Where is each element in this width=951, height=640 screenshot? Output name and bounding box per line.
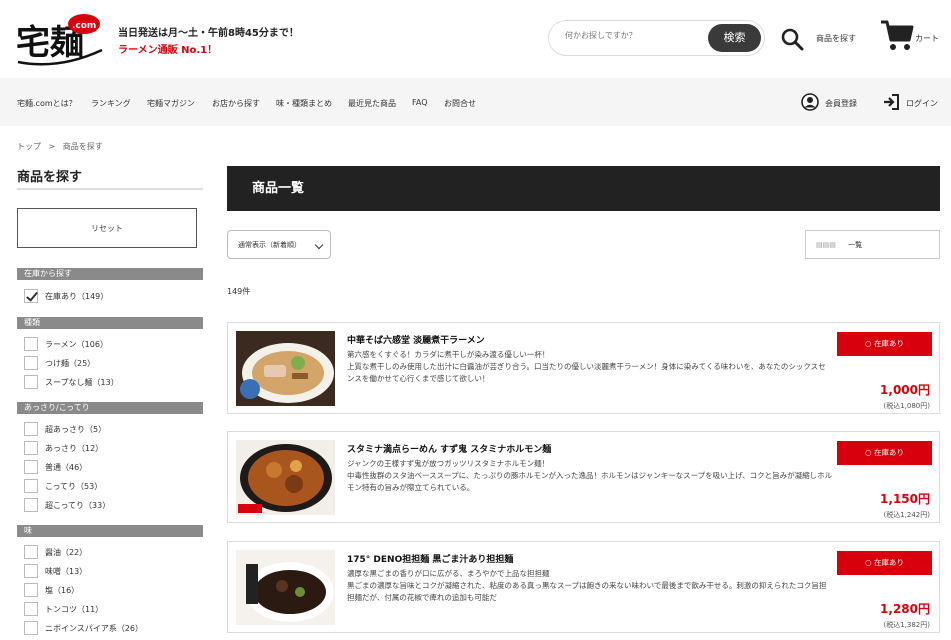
checkbox[interactable] (24, 356, 38, 370)
site-header: 宅麺 .com 当日発送は月～土・午前8時45分まで！ ラーメン通販 No.1！… (0, 0, 951, 78)
result-count: 149件 (227, 287, 251, 296)
filter-group-flavor: 味 (17, 525, 203, 537)
cart-link[interactable]: カート (915, 33, 939, 44)
sidebar-divider (17, 188, 203, 190)
clock-icon: ○ (865, 558, 874, 567)
cart-icon[interactable] (879, 18, 915, 52)
product-price-tax: (税込1,080円) (883, 402, 930, 410)
sort-select[interactable]: 通常表示（新着順） (227, 230, 331, 259)
breadcrumb-separator-icon: > (48, 142, 56, 151)
sidebar-title: 商品を探す (17, 170, 83, 185)
product-title[interactable]: 中華そば六感堂 淡麗煮干ラーメン (347, 333, 485, 346)
breadcrumb-current: 商品を探す (62, 142, 103, 151)
search-icon[interactable] (780, 27, 804, 51)
filter-group-type: 種類 (17, 317, 203, 329)
view-toggle[interactable]: ▤▤▤ 一覧 (805, 230, 940, 259)
clock-icon: ○ (865, 339, 874, 348)
in-stock-badge: ○ 在庫あり (837, 551, 932, 575)
checkbox[interactable] (24, 337, 38, 351)
checkbox[interactable] (24, 479, 38, 493)
checkbox[interactable] (24, 441, 38, 455)
reset-button[interactable]: リセット (17, 208, 197, 248)
checkbox[interactable] (24, 583, 38, 597)
filter-group-richness: あっさり/こってり (17, 402, 203, 414)
product-catchphrase: ジャンクの王様すず鬼が放つガッツリスタミナホルモン麺！ (347, 459, 550, 468)
nav-taste-types[interactable]: 味・種類まとめ (276, 98, 332, 109)
product-title[interactable]: 175° DENO担担麺 黒ごま汁あり担担麺 (347, 552, 513, 565)
nav-shops[interactable]: お店から探す (212, 98, 260, 109)
nav-ranking[interactable]: ランキング (91, 98, 131, 109)
product-thumbnail[interactable] (236, 550, 335, 625)
product-catchphrase: 第六感をくすぐる！カラダに煮干しが染み渡る優しい一杯！ (347, 350, 550, 359)
product-price: 1,000円 (880, 383, 930, 397)
checkbox[interactable] (24, 498, 38, 512)
shipping-notice: 当日発送は月～土・午前8時45分まで！ (118, 28, 299, 39)
in-stock-badge: ○ 在庫あり (837, 332, 932, 356)
search-bar: 検索 (548, 20, 765, 56)
list-view-icon: ▤▤▤ (816, 241, 836, 249)
product-price: 1,280円 (880, 602, 930, 616)
product-thumbnail[interactable] (236, 440, 335, 515)
nav-recently-viewed[interactable]: 最近見た商品 (348, 98, 396, 109)
checkbox[interactable] (24, 564, 38, 578)
nav-contact[interactable]: お問合せ (444, 98, 476, 109)
product-list-title: 商品一覧 (227, 166, 940, 211)
nav-login[interactable]: ログイン (906, 98, 938, 109)
checkbox-checked[interactable] (24, 289, 38, 303)
ramen-no1-tagline: ラーメン通販 No.1！ (118, 45, 218, 56)
checkbox[interactable] (24, 602, 38, 616)
product-price-tax: (税込1,382円) (883, 621, 930, 629)
breadcrumb-home[interactable]: トップ (17, 142, 41, 151)
checkbox[interactable] (24, 545, 38, 559)
sort-select-value: 通常表示（新着順） (238, 241, 301, 249)
nav-faq[interactable]: FAQ (412, 98, 428, 107)
breadcrumb: トップ > 商品を探す (17, 141, 103, 152)
product-card[interactable]: スタミナ満点らーめん すず鬼 スタミナホルモン麺 ジャンクの王様すず鬼が放つガッ… (227, 431, 940, 523)
site-logo[interactable]: 宅麺 .com (14, 10, 106, 68)
filter-group-stock: 在庫から探す (17, 268, 203, 280)
search-button[interactable]: 検索 (708, 24, 761, 52)
login-icon[interactable] (882, 93, 900, 111)
checkbox[interactable] (24, 460, 38, 474)
in-stock-badge: ○ 在庫あり (837, 441, 932, 465)
find-products-link[interactable]: 商品を探す (816, 33, 856, 44)
nav-register[interactable]: 会員登録 (825, 98, 857, 109)
checkbox[interactable] (24, 375, 38, 389)
nav-magazine[interactable]: 宅麺マガジン (147, 98, 195, 109)
clock-icon: ○ (865, 448, 874, 457)
product-catchphrase: 濃厚な黒ごまの香りが口に広がる、まろやかで上品な担担麺 (347, 569, 550, 578)
product-description: 上質な煮干しのみ使用した出汁に白醤油が芸ぎり合う。口当たりの優しい淡麗煮干ラーメ… (347, 362, 826, 383)
user-icon[interactable] (801, 93, 819, 111)
checkbox[interactable] (24, 422, 38, 436)
product-title[interactable]: スタミナ満点らーめん すず鬼 スタミナホルモン麺 (347, 442, 551, 455)
nav-about[interactable]: 宅麺.comとは？ (17, 98, 77, 109)
product-thumbnail[interactable] (236, 331, 335, 406)
logo-badge-text: .com (72, 21, 96, 31)
product-card[interactable]: 175° DENO担担麺 黒ごま汁あり担担麺 濃厚な黒ごまの香りが口に広がる、ま… (227, 541, 940, 633)
product-description: 黒ごまの濃厚な旨味とコクが凝縮された、粘度のある真っ黒なスープは飽きの来ない味わ… (347, 581, 827, 602)
chevron-down-icon (314, 240, 324, 250)
product-price: 1,150円 (880, 492, 930, 506)
product-card[interactable]: 中華そば六感堂 淡麗煮干ラーメン 第六感をくすぐる！カラダに煮干しが染み渡る優し… (227, 322, 940, 414)
view-toggle-label: 一覧 (848, 241, 863, 249)
global-nav: 宅麺.comとは？ ランキング 宅麺マガジン お店から探す 味・種類まとめ 最近… (0, 78, 951, 126)
product-description: 中毒性抜群のスタ油ベーススープに、たっぷりの豚ホルモンが入った逸品！ホルモンはジ… (347, 471, 833, 492)
checkbox[interactable] (24, 621, 38, 635)
search-input[interactable] (565, 31, 695, 40)
product-price-tax: (税込1,242円) (883, 511, 930, 519)
